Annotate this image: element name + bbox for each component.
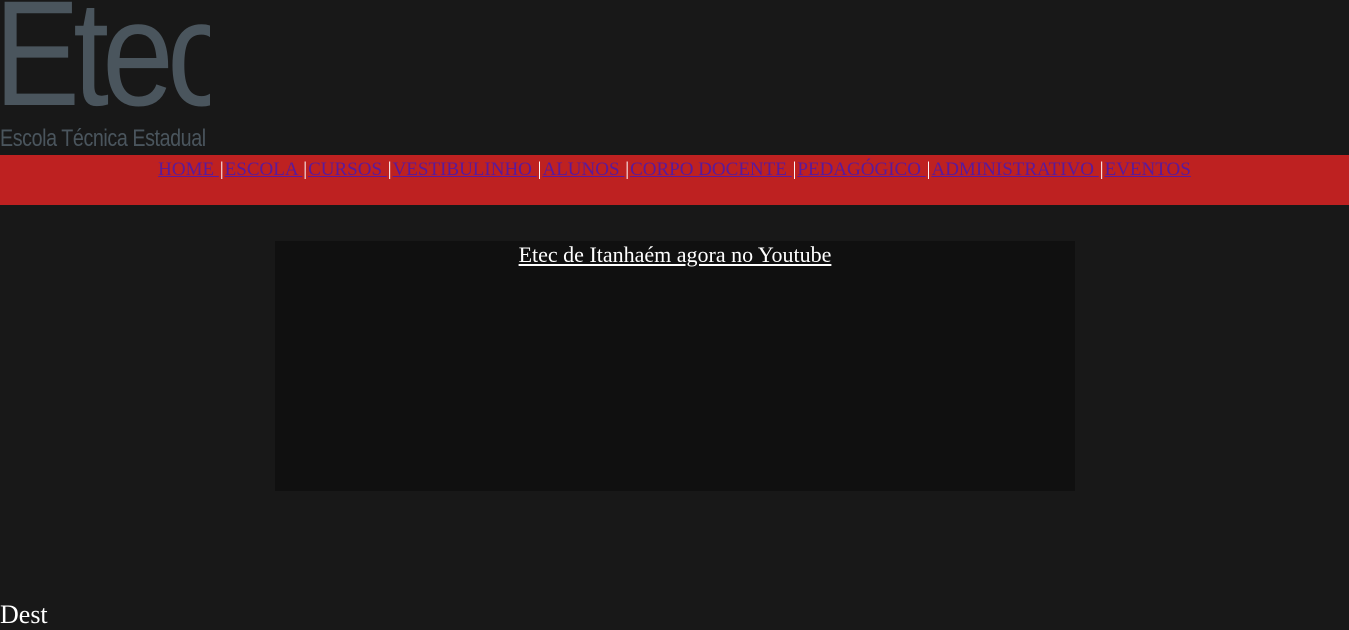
nav-eventos-link[interactable]: EVENTOS bbox=[1105, 159, 1191, 180]
etec-logo: Etec Escola Técnica Estadual bbox=[0, 0, 210, 155]
youtube-video-title-link[interactable]: Etec de Itanhaém agora no Youtube bbox=[275, 242, 1075, 268]
section-heading-partial: Dest bbox=[0, 600, 48, 629]
nav-home-link[interactable]: HOME bbox=[158, 159, 219, 180]
logo-wordmark: Etec bbox=[0, 0, 210, 137]
youtube-video-embed[interactable]: Etec de Itanhaém agora no Youtube bbox=[275, 241, 1075, 491]
nav-corpo-docente-link[interactable]: CORPO DOCENTE bbox=[630, 159, 792, 180]
logo-subtitle: Escola Técnica Estadual bbox=[0, 125, 206, 152]
nav-escola-link[interactable]: ESCOLA bbox=[225, 159, 303, 180]
nav-cursos-link[interactable]: CURSOS bbox=[308, 159, 387, 180]
nav-administrativo-link[interactable]: ADMINISTRATIVO bbox=[931, 159, 1098, 180]
nav-pedagogico-link[interactable]: PEDAGÓGICO bbox=[797, 159, 925, 180]
main-navigation: HOME |ESCOLA |CURSOS |VESTIBULINHO |ALUN… bbox=[0, 155, 1349, 205]
nav-menu: HOME |ESCOLA |CURSOS |VESTIBULINHO |ALUN… bbox=[0, 159, 1349, 181]
nav-alunos-link[interactable]: ALUNOS bbox=[542, 159, 624, 180]
nav-vestibulinho-link[interactable]: VESTIBULINHO bbox=[393, 159, 537, 180]
